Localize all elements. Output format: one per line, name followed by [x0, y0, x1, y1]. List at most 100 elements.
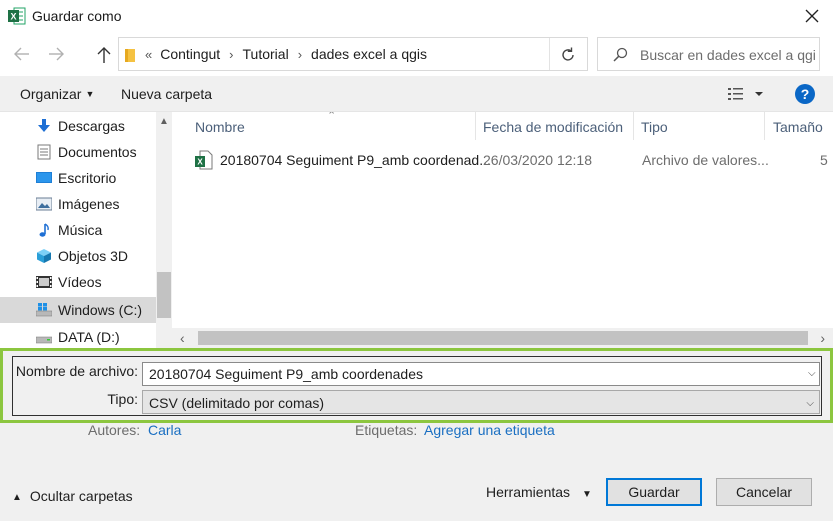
save-form: Nombre de archivo: ⌵ Tipo: CSV (delimita…	[12, 356, 822, 416]
sidebar-item-label: Vídeos	[58, 274, 102, 290]
filename-input[interactable]	[142, 362, 820, 386]
videos-icon	[36, 276, 52, 288]
music-icon	[39, 223, 49, 237]
sidebar-item-data-d[interactable]: DATA (D:)	[0, 324, 156, 348]
chevron-right-icon[interactable]: ›	[298, 47, 302, 62]
scrollbar[interactable]: ▲	[156, 112, 172, 348]
search-box[interactable]	[597, 37, 820, 71]
excel-csv-file-icon: X	[195, 150, 213, 170]
svg-text:X: X	[10, 12, 16, 22]
search-icon	[613, 47, 628, 62]
column-header-size[interactable]: Tamaño	[773, 119, 823, 135]
title-bar: X Guardar como	[0, 0, 833, 32]
scroll-left-icon[interactable]: ‹	[180, 330, 185, 346]
filename-label: Nombre de archivo:	[15, 363, 138, 379]
pictures-icon	[36, 197, 52, 211]
sidebar-item-descargas[interactable]: Descargas	[0, 113, 156, 139]
new-folder-button[interactable]: Nueva carpeta	[121, 86, 212, 102]
file-date: 26/03/2020 12:18	[483, 152, 592, 168]
chevron-right-icon[interactable]: ›	[229, 47, 233, 62]
refresh-icon[interactable]	[559, 46, 577, 64]
tools-menu[interactable]: Herramientas ▼	[486, 484, 592, 500]
hide-folders-toggle[interactable]: ▲ Ocultar carpetas	[12, 488, 133, 504]
divider	[549, 38, 550, 70]
drive-icon	[36, 336, 52, 344]
scroll-up-icon[interactable]: ▲	[159, 116, 169, 127]
sort-ascending-icon: ⌃	[327, 112, 337, 122]
sidebar-item-label: Música	[58, 222, 103, 238]
scrollbar-thumb[interactable]	[198, 331, 808, 345]
3d-objects-icon	[37, 249, 51, 263]
hide-folders-label: Ocultar carpetas	[29, 488, 133, 504]
sidebar-item-label: Escritorio	[58, 170, 117, 186]
organize-menu[interactable]: Organizar ▼	[20, 86, 94, 102]
sidebar-item-label: Objetos 3D	[58, 248, 129, 264]
file-list: ⌃ Nombre Fecha de modificación Tipo Tama…	[172, 112, 833, 348]
breadcrumb-item[interactable]: Tutorial	[243, 46, 289, 62]
tools-label: Herramientas	[486, 484, 571, 500]
column-header-date[interactable]: Fecha de modificación	[483, 119, 623, 135]
close-icon[interactable]	[801, 5, 823, 27]
arrow-up-icon[interactable]	[94, 45, 114, 65]
save-button[interactable]: Guardar	[606, 478, 702, 506]
help-icon[interactable]: ?	[795, 84, 815, 104]
folder-icon	[125, 49, 135, 62]
breadcrumb: « Contingut › Tutorial › dades excel a q…	[145, 46, 427, 62]
sidebar-item-musica[interactable]: Música	[0, 217, 156, 243]
file-size: 5	[820, 152, 828, 168]
sidebar-item-documentos[interactable]: Documentos	[0, 139, 156, 165]
column-separator[interactable]	[633, 112, 634, 140]
column-separator[interactable]	[764, 112, 765, 140]
navigation-pane: Descargas Documentos Escritorio Imágenes…	[0, 112, 172, 348]
breadcrumb-overflow[interactable]: «	[145, 47, 152, 62]
file-type-select[interactable]: CSV (delimitado por comas) ⌵	[142, 390, 820, 414]
download-icon	[38, 119, 50, 132]
scroll-right-icon[interactable]: ›	[820, 330, 825, 346]
breadcrumb-item[interactable]: Contingut	[160, 46, 220, 62]
chevron-down-icon[interactable]: ⌵	[808, 368, 816, 379]
column-separator[interactable]	[475, 112, 476, 140]
arrow-right-icon[interactable]	[46, 44, 66, 64]
add-tag-link[interactable]: Agregar una etiqueta	[424, 422, 555, 438]
sidebar-item-escritorio[interactable]: Escritorio	[0, 165, 156, 191]
cancel-button[interactable]: Cancelar	[716, 478, 812, 506]
documents-icon	[37, 144, 51, 160]
sidebar-item-windows-c[interactable]: Windows (C:)	[0, 297, 156, 323]
search-input[interactable]	[640, 44, 816, 66]
type-label: Tipo:	[107, 391, 138, 407]
column-header-type[interactable]: Tipo	[641, 119, 668, 135]
list-item[interactable]: X 20180704 Seguiment P9_amb coordenad...…	[194, 149, 833, 171]
authors-value[interactable]: Carla	[148, 422, 181, 438]
window-title: Guardar como	[32, 8, 122, 24]
type-label-wrap: Tipo:	[13, 391, 138, 411]
sidebar-item-objetos-3d[interactable]: Objetos 3D	[0, 243, 156, 269]
excel-icon: X	[8, 7, 26, 25]
file-type: Archivo de valores...	[642, 152, 769, 168]
tags-label: Etiquetas:	[355, 422, 418, 438]
sidebar-item-label: Documentos	[58, 144, 137, 160]
organize-label: Organizar	[20, 86, 82, 102]
caret-down-icon: ▼	[85, 89, 95, 99]
chevron-up-icon: ▲	[12, 492, 22, 503]
breadcrumb-item[interactable]: dades excel a qgis	[311, 46, 427, 62]
view-options-icon[interactable]	[728, 86, 768, 102]
sidebar-item-label: Descargas	[58, 118, 125, 134]
sidebar-item-label: DATA (D:)	[58, 329, 120, 345]
caret-down-icon: ▼	[582, 489, 592, 500]
filename-label-wrap: Nombre de archivo:	[13, 363, 138, 383]
windows-drive-icon	[36, 303, 52, 317]
authors-label: Autores:	[88, 422, 141, 438]
sidebar-item-label: Imágenes	[58, 196, 120, 212]
arrow-left-icon[interactable]	[12, 44, 32, 64]
scrollbar-thumb[interactable]	[157, 272, 171, 318]
horizontal-scrollbar[interactable]: ‹ ›	[172, 328, 833, 348]
column-header-name[interactable]: Nombre	[195, 119, 245, 135]
file-type-value: CSV (delimitado por comas)	[149, 395, 325, 411]
chevron-down-icon: ⌵	[806, 398, 814, 409]
sidebar-item-videos[interactable]: Vídeos	[0, 269, 156, 295]
toolbar: Organizar ▼ Nueva carpeta ?	[0, 76, 833, 112]
sidebar-item-imagenes[interactable]: Imágenes	[0, 191, 156, 217]
address-bar[interactable]: « Contingut › Tutorial › dades excel a q…	[118, 37, 588, 71]
sidebar-item-label: Windows (C:)	[58, 302, 143, 318]
file-name: 20180704 Seguiment P9_amb coordenad...	[220, 152, 491, 168]
